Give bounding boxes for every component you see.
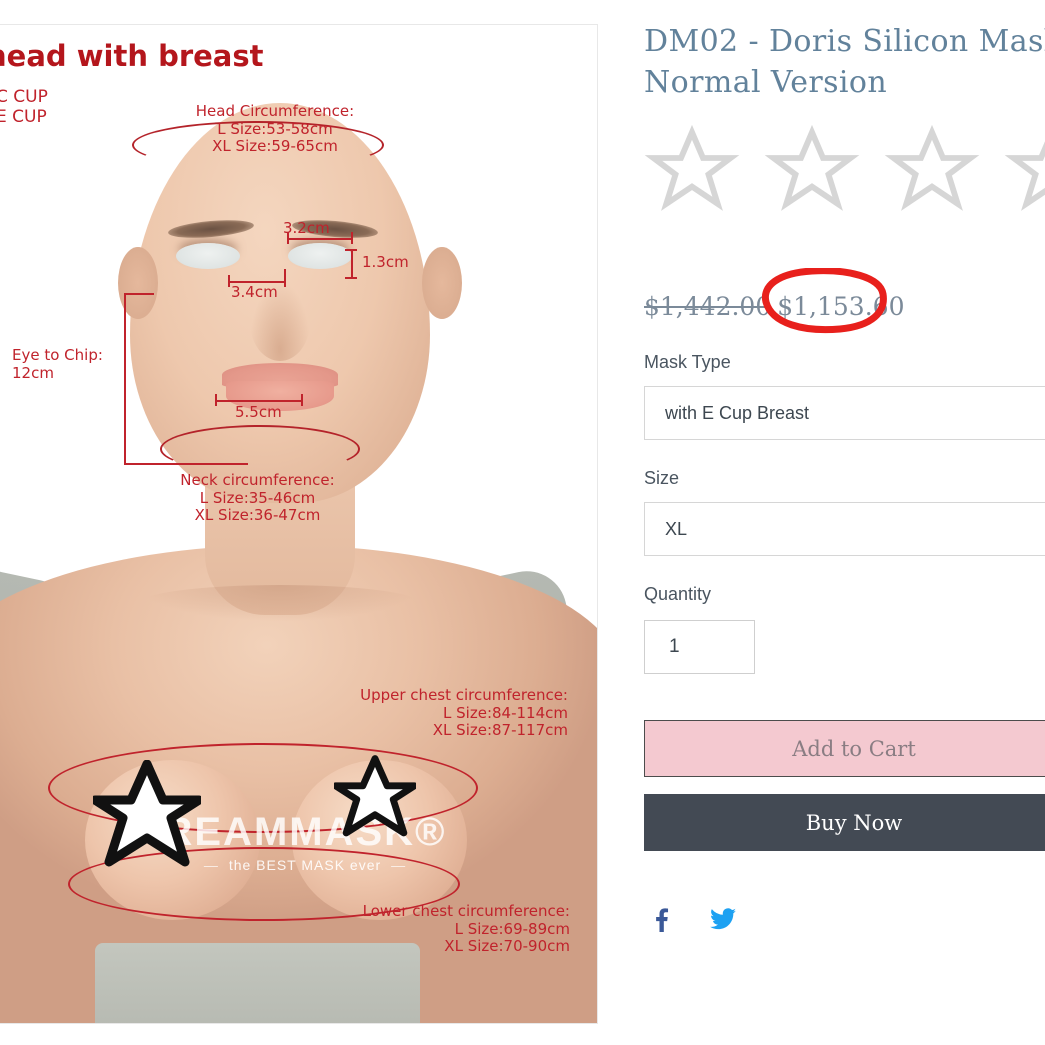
image-banner-title: head with breast [0, 39, 264, 73]
measure-cap [215, 394, 217, 406]
measure-cap [345, 249, 357, 251]
annotation-eye-height: 1.3cm [362, 253, 409, 271]
mannequin-collarbone-shading [140, 585, 420, 621]
twitter-share-button[interactable] [706, 902, 740, 936]
quantity-input[interactable]: 1 [644, 620, 755, 674]
buy-now-label: Buy Now [805, 810, 903, 835]
measure-line-eye-height [351, 249, 353, 279]
size-label: Size [644, 468, 680, 488]
mask-type-value: with E Cup Breast [665, 402, 810, 423]
annotation-head-circumference: Head Circumference: L Size:53-58cm XL Si… [195, 102, 355, 156]
product-photo[interactable]: head with breast C CUP E CUP Head Circum… [0, 25, 597, 1023]
star-icon-3[interactable] [884, 125, 980, 213]
facebook-icon [656, 908, 669, 932]
size-value: XL [665, 518, 688, 539]
quantity-value: 1 [669, 636, 680, 657]
measure-cap [351, 232, 353, 244]
product-image-gallery[interactable]: head with breast C CUP E CUP Head Circum… [0, 24, 598, 1024]
annotation-eye-to-chin: Eye to Chip: 12cm [12, 346, 103, 382]
mannequin-eye-right [288, 243, 352, 269]
quantity-label: Quantity [644, 584, 712, 604]
measure-cap [228, 275, 230, 287]
rating-stars[interactable] [644, 125, 1045, 213]
star-icon-1[interactable] [644, 125, 740, 213]
add-to-cart-button[interactable]: Add to Cart [644, 720, 1045, 777]
product-page: head with breast C CUP E CUP Head Circum… [0, 0, 1045, 1045]
measure-line-eye-to-chin [124, 293, 126, 465]
product-details-panel: DM02 - Doris Silicon Mask Normal Version… [644, 0, 1045, 1045]
star-icon-4[interactable] [1004, 125, 1045, 213]
measure-line-mouth [215, 400, 303, 402]
measure-cap [301, 394, 303, 406]
social-share [644, 902, 740, 936]
censor-star-left-icon [93, 760, 201, 867]
mannequin-ear-right [422, 247, 462, 319]
censor-star-right-icon [334, 755, 416, 837]
annotation-neck-circumference: Neck circumference: L Size:35-46cm XL Si… [180, 471, 335, 525]
measure-cap [284, 269, 286, 287]
add-to-cart-label: Add to Cart [792, 736, 916, 761]
star-icon-2[interactable] [764, 125, 860, 213]
annotation-mouth-width: 5.5cm [235, 403, 282, 421]
cup-label-c: C CUP [0, 87, 48, 107]
facebook-share-button[interactable] [644, 902, 678, 936]
sale-price: $1,153.60 [777, 292, 905, 321]
buy-now-button[interactable]: Buy Now [644, 794, 1045, 851]
annotation-lower-chest: Lower chest circumference: L Size:69-89c… [362, 902, 570, 956]
measure-line-chin [124, 463, 248, 465]
annotation-brow-to-eye: 3.2cm [283, 219, 330, 237]
mask-type-label: Mask Type [644, 352, 731, 372]
mannequin-eye-left [176, 243, 240, 269]
page-title: DM02 - Doris Silicon Mask Normal Version [644, 24, 1045, 100]
twitter-icon [710, 908, 736, 930]
annotation-upper-chest: Upper chest circumference: L Size:84-114… [360, 686, 568, 740]
neck-circumference-ring [160, 425, 360, 473]
mask-type-select[interactable]: with E Cup Breast [644, 386, 1045, 440]
measure-cap [124, 293, 154, 295]
annotation-eye-width: 3.4cm [231, 283, 278, 301]
original-price: $1,442.00 [644, 292, 772, 321]
cup-label-e: E CUP [0, 107, 47, 127]
price-row: $1,442.00 $1,153.60 [644, 292, 904, 321]
size-select[interactable]: XL [644, 502, 1045, 556]
measure-cap [345, 277, 357, 279]
measure-line-brow [287, 238, 353, 240]
